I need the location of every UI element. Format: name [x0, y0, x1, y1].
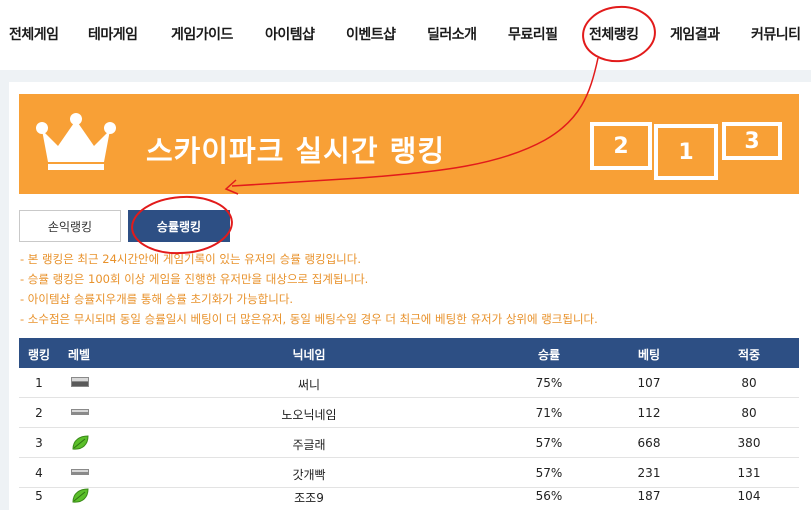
- header-winrate: 승률: [537, 348, 561, 362]
- cell-hits: 104: [737, 489, 761, 503]
- header-bets: 베팅: [637, 348, 661, 362]
- table-row: 1 써니 75% 107 80: [19, 368, 799, 398]
- note-item: - 아이템샵 승률지우개를 통해 승률 초기화가 가능합니다.: [20, 292, 294, 306]
- banner-title: 스카이파크 실시간 랭킹: [146, 134, 445, 168]
- cell-rank: 3: [35, 436, 43, 450]
- header-hits: 적중: [737, 348, 761, 362]
- cell-rank: 1: [35, 376, 43, 390]
- nav-item-all-games[interactable]: 전체게임: [9, 24, 59, 44]
- note-item: - 본 랭킹은 최근 24시간안에 게임기록이 있는 유저의 승률 랭킹입니다.: [20, 252, 361, 266]
- tab-winrate-ranking[interactable]: 승률랭킹: [128, 210, 230, 242]
- table-row: 5 조조9 56% 187 104: [19, 481, 799, 510]
- leaf-icon: [72, 435, 89, 450]
- cell-rank: 5: [35, 489, 43, 503]
- header-rank: 랭킹: [27, 348, 51, 362]
- cell-nickname[interactable]: 주글래: [99, 436, 519, 453]
- header-nickname: 닉네임: [292, 348, 326, 362]
- cell-winrate: 56%: [535, 489, 563, 503]
- note-item: - 소수점은 무시되며 동일 승률일시 베팅이 더 많은유저, 동일 베팅수일 …: [20, 312, 598, 326]
- nav-item-dealer-intro[interactable]: 딜러소개: [427, 24, 477, 44]
- cell-bets: 231: [637, 466, 661, 480]
- nav-item-free-refill[interactable]: 무료리필: [508, 24, 558, 44]
- cell-winrate: 57%: [535, 436, 563, 450]
- bar-icon: [71, 469, 89, 475]
- top-nav: 전체게임 테마게임 게임가이드 아이템샵 이벤트샵 딜러소개 무료리필 전체랭킹…: [0, 0, 811, 70]
- cell-nickname[interactable]: 써니: [99, 376, 519, 393]
- tab-profit-ranking[interactable]: 손익랭킹: [19, 210, 121, 242]
- nav-item-theme-games[interactable]: 테마게임: [88, 24, 138, 44]
- cell-rank: 2: [35, 406, 43, 420]
- cell-nickname[interactable]: 조조9: [99, 489, 519, 506]
- cell-bets: 668: [637, 436, 661, 450]
- cell-hits: 380: [737, 436, 761, 450]
- crown-icon: [36, 113, 116, 170]
- nav-item-item-shop[interactable]: 아이템샵: [265, 24, 315, 44]
- cell-bets: 112: [637, 406, 661, 420]
- cell-hits: 80: [741, 406, 757, 420]
- nav-item-total-ranking[interactable]: 전체랭킹: [589, 24, 639, 44]
- cell-winrate: 75%: [535, 376, 563, 390]
- cell-winrate: 71%: [535, 406, 563, 420]
- nav-item-game-guide[interactable]: 게임가이드: [171, 24, 233, 44]
- header-level: 레벨: [67, 348, 91, 362]
- podium-first: 1: [654, 124, 718, 180]
- podium-third: 3: [722, 122, 782, 160]
- note-item: - 승률 랭킹은 100회 이상 게임을 진행한 유저만을 대상으로 집계됩니다…: [20, 272, 369, 286]
- nav-item-game-results[interactable]: 게임결과: [670, 24, 720, 44]
- leaf-icon: [72, 488, 89, 503]
- bar-icon: [71, 409, 89, 415]
- cell-rank: 4: [35, 466, 43, 480]
- ranking-table-header: 랭킹 레벨 닉네임 승률 베팅 적중: [19, 338, 799, 368]
- nav-item-event-shop[interactable]: 이벤트샵: [346, 24, 396, 44]
- table-row: 2 노오닉네임 71% 112 80: [19, 398, 799, 428]
- podium-second: 2: [590, 122, 652, 170]
- cell-winrate: 57%: [535, 466, 563, 480]
- nav-item-community[interactable]: 커뮤니티: [751, 24, 801, 44]
- cell-bets: 107: [637, 376, 661, 390]
- cell-hits: 80: [741, 376, 757, 390]
- bar-icon: [71, 377, 89, 387]
- ranking-notes: - 본 랭킹은 최근 24시간안에 게임기록이 있는 유저의 승률 랭킹입니다.…: [20, 249, 598, 329]
- cell-nickname[interactable]: 노오닉네임: [99, 406, 519, 423]
- cell-hits: 131: [737, 466, 761, 480]
- cell-bets: 187: [637, 489, 661, 503]
- table-row: 3 주글래 57% 668 380: [19, 428, 799, 458]
